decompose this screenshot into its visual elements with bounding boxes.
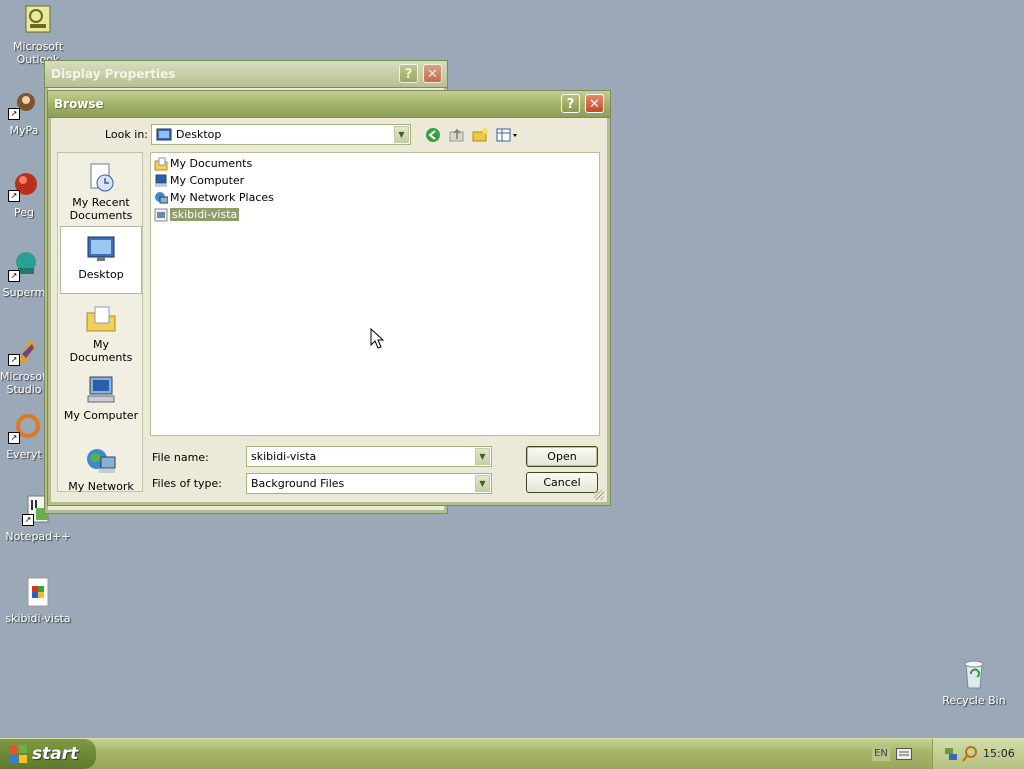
- place-my-network[interactable]: My Network: [60, 439, 142, 507]
- desktop-icon-label: Superm: [2, 286, 46, 299]
- desktop-icon-recycle-bin[interactable]: Recycle Bin: [936, 658, 1012, 707]
- new-folder-button[interactable]: [472, 127, 488, 143]
- keyboard-icon[interactable]: [896, 748, 912, 760]
- place-my-documents[interactable]: My Documents: [60, 297, 142, 365]
- resize-grip-icon[interactable]: [594, 490, 604, 500]
- network-tray-icon[interactable]: [943, 746, 959, 762]
- shortcut-arrow-icon: ↗: [8, 190, 20, 202]
- place-my-computer[interactable]: My Computer: [60, 368, 142, 436]
- desktop-icon-outlook[interactable]: Microsoft Outlook: [0, 4, 76, 66]
- system-tray: 15:06: [932, 739, 1024, 769]
- my-network-icon: [85, 445, 117, 477]
- mypa-icon: ↗: [8, 88, 40, 120]
- desktop-icon-everyt[interactable]: ↗ Everyt: [0, 412, 48, 461]
- chevron-down-icon[interactable]: ▼: [475, 475, 490, 492]
- up-folder-button[interactable]: [449, 127, 465, 143]
- search-icon[interactable]: [962, 746, 978, 762]
- list-item[interactable]: My Network Places: [154, 190, 274, 206]
- desktop-icon-label: Everyt: [6, 448, 42, 461]
- image-file-icon: [154, 208, 168, 222]
- help-button[interactable]: ?: [561, 94, 580, 113]
- shortcut-arrow-icon: ↗: [8, 108, 20, 120]
- desktop-icon-label: Notepad++: [5, 530, 71, 543]
- cancel-button[interactable]: Cancel: [526, 472, 598, 493]
- window-title: Display Properties: [51, 67, 176, 81]
- look-in-label: Look in:: [105, 128, 148, 141]
- desktop-icon-label: Microsoft Studio: [0, 370, 48, 396]
- chevron-down-icon[interactable]: ▼: [475, 448, 490, 465]
- place-recent-documents[interactable]: My Recent Documents: [60, 155, 142, 223]
- start-button[interactable]: start: [0, 739, 96, 769]
- files-of-type-label: Files of type:: [152, 477, 223, 490]
- everything-icon: ↗: [8, 412, 40, 444]
- list-item[interactable]: My Computer: [154, 173, 244, 189]
- close-button[interactable]: ✕: [423, 64, 442, 83]
- list-item-selected[interactable]: skibidi-vista: [154, 207, 240, 223]
- help-button[interactable]: ?: [399, 64, 418, 83]
- superm-icon: ↗: [8, 250, 40, 282]
- desktop-icon-label: skibidi-vista: [5, 612, 71, 625]
- desktop-icon-studio[interactable]: ↗ Microsoft Studio: [0, 334, 48, 396]
- place-label: My Network: [68, 480, 134, 493]
- peg-icon: ↗: [8, 170, 40, 202]
- recycle-bin-icon: [958, 658, 990, 690]
- views-icon: [496, 128, 517, 142]
- file-name-label: File name:: [152, 451, 209, 464]
- recent-documents-icon: [85, 161, 117, 193]
- desktop-icon: [156, 128, 172, 141]
- outlook-icon: [22, 4, 54, 36]
- image-file-icon: [22, 576, 54, 608]
- desktop-icon-label: Peg: [14, 206, 34, 219]
- shortcut-arrow-icon: ↗: [22, 514, 34, 526]
- close-button[interactable]: ✕: [585, 94, 604, 113]
- shortcut-arrow-icon: ↗: [8, 432, 20, 444]
- desktop-icon-superm[interactable]: ↗ Superm: [0, 250, 48, 299]
- place-label: My Recent Documents: [69, 196, 133, 222]
- my-documents-folder-icon: [154, 157, 168, 171]
- taskbar: start EN 15:06: [0, 738, 1024, 769]
- window-title: Browse: [54, 97, 104, 111]
- place-desktop[interactable]: Desktop: [60, 226, 142, 294]
- desktop-icon-label: MyPa: [9, 124, 39, 137]
- file-name-input[interactable]: skibidi-vista ▼: [246, 446, 492, 467]
- back-arrow-icon: [426, 128, 440, 142]
- display-properties-titlebar[interactable]: Display Properties: [45, 61, 447, 88]
- desktop-icon: [85, 233, 117, 265]
- open-button[interactable]: Open: [526, 446, 598, 467]
- chevron-down-icon[interactable]: ▼: [394, 126, 409, 143]
- my-computer-icon: [155, 174, 167, 187]
- back-button[interactable]: [425, 127, 441, 143]
- places-bar: My Recent Documents Desktop My Documents…: [57, 152, 143, 493]
- desktop-icon-peg[interactable]: ↗ Peg: [0, 170, 48, 219]
- desktop-icon-skibidi-vista[interactable]: skibidi-vista: [0, 576, 76, 625]
- windows-logo-icon: [9, 745, 27, 763]
- clock[interactable]: 15:06: [983, 747, 1015, 760]
- mouse-cursor-icon: [370, 328, 384, 349]
- look-in-combo[interactable]: Desktop ▼: [151, 124, 411, 145]
- views-menu-button[interactable]: [496, 127, 520, 143]
- studio-icon: ↗: [8, 334, 40, 366]
- my-computer-icon: [85, 374, 117, 406]
- shortcut-arrow-icon: ↗: [8, 354, 20, 366]
- place-label: My Documents: [69, 338, 133, 364]
- my-documents-folder-icon: [85, 303, 117, 335]
- up-folder-icon: [449, 128, 464, 142]
- shortcut-arrow-icon: ↗: [8, 270, 20, 282]
- browse-titlebar[interactable]: Browse: [48, 91, 610, 118]
- desktop-icon-label: Recycle Bin: [942, 694, 1006, 707]
- start-label: start: [32, 744, 79, 764]
- my-network-places-icon: [155, 192, 168, 204]
- list-item[interactable]: My Documents: [154, 156, 252, 172]
- language-indicator[interactable]: EN: [872, 747, 890, 761]
- place-label: Desktop: [78, 268, 124, 281]
- new-folder-icon: [472, 128, 488, 142]
- place-label: My Computer: [63, 409, 139, 422]
- desktop-icon-mypa[interactable]: ↗ MyPa: [0, 88, 48, 137]
- files-of-type-select[interactable]: Background Files ▼: [246, 473, 492, 494]
- file-list[interactable]: My Documents My Computer My Network Plac…: [150, 152, 600, 436]
